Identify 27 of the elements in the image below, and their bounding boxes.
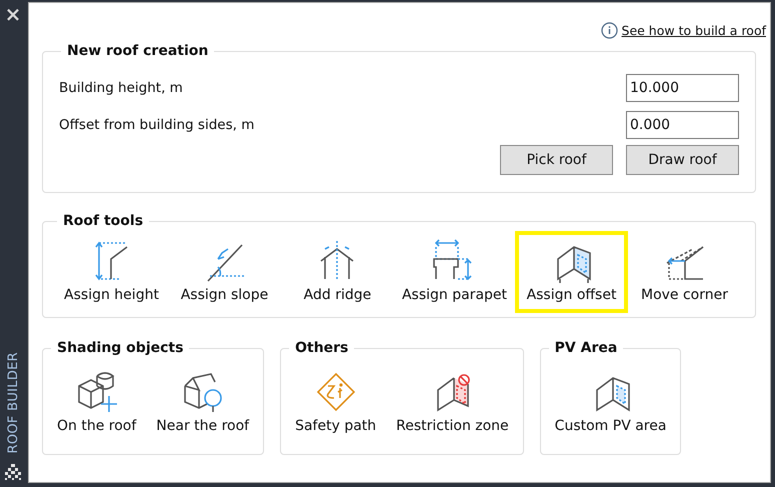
- tool-button[interactable]: Assign slope: [168, 231, 281, 313]
- help-link[interactable]: See how to build a roof: [622, 22, 766, 38]
- info-icon: [600, 22, 618, 38]
- section-title: Roof tools: [62, 213, 144, 229]
- section-title: Shading objects: [56, 340, 184, 356]
- tool-button[interactable]: Assign offset: [515, 231, 628, 313]
- tool-button[interactable]: Assign height: [55, 231, 168, 313]
- section-title: Others: [294, 340, 350, 356]
- checker-logo-icon: [4, 463, 22, 481]
- section-title: PV Area: [554, 340, 618, 356]
- tool-button[interactable]: Restriction zone: [388, 362, 517, 444]
- tool-button[interactable]: Assign parapet: [394, 231, 516, 313]
- tool-button[interactable]: Near the roof: [148, 362, 258, 444]
- pick-roof-button[interactable]: Pick roof: [500, 145, 613, 175]
- tool-button[interactable]: On the roof: [49, 362, 144, 444]
- input-field[interactable]: 0.000: [626, 110, 739, 138]
- tool-button[interactable]: Custom PV area: [546, 362, 674, 444]
- field-label: Building height, m: [59, 80, 183, 96]
- draw-roof-button[interactable]: Draw roof: [626, 145, 739, 175]
- tool-button[interactable]: Move corner: [628, 231, 741, 313]
- tool-button[interactable]: Add ridge: [280, 231, 394, 313]
- input-field[interactable]: 10.000: [626, 74, 739, 102]
- tool-button[interactable]: Safety path: [287, 362, 384, 444]
- field-label: Offset from building sides, m: [59, 116, 254, 132]
- close-button[interactable]: ×: [3, 4, 23, 24]
- sidebar-title: ROOF BUILDER: [6, 352, 20, 453]
- section-title: New roof creation: [66, 43, 210, 59]
